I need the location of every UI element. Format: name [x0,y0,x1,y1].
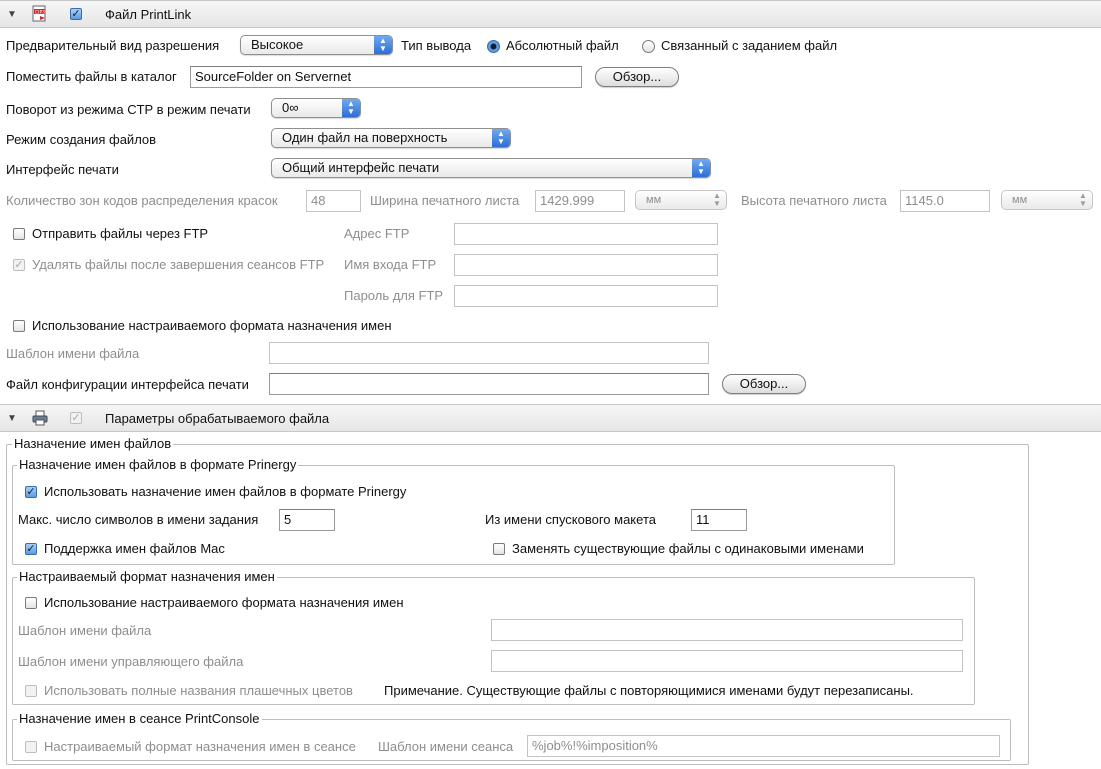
control-template-input[interactable] [491,650,963,672]
full-spot-names-label[interactable]: Использовать полные названия плашечных ц… [44,683,353,699]
max-chars-label: Макс. число символов в имени задания [18,512,259,527]
replace-existing-label[interactable]: Заменять существующие файлы с одинаковым… [512,541,864,557]
section-header-processed-file[interactable]: ▼ ✓ Параметры обрабатываемого файла [0,404,1101,432]
use-custom-naming-label[interactable]: Использование настраиваемого формата наз… [44,595,404,611]
ftp-login-input[interactable] [454,254,718,276]
from-imposition-label: Из имени спускового макета [485,512,656,527]
preview-resolution-select[interactable]: Высокое ▲ ▼ [240,35,393,55]
custom-naming-label[interactable]: Использование настраиваемого формата наз… [32,318,392,334]
select-arrows-icon: ▲ ▼ [342,99,360,117]
sheet-width-unit-select[interactable]: мм ▲ ▼ [635,190,727,210]
sheet-height-unit-select[interactable]: мм ▲ ▼ [1001,190,1093,210]
printer-icon [32,410,48,426]
rotation-label: Поворот из режима CTP в режим печати [6,102,251,117]
custom-session-label[interactable]: Настраиваемый формат назначения имен в с… [44,739,356,755]
ftp-password-input[interactable] [454,285,718,307]
preview-resolution-label: Предварительный вид разрешения [6,38,220,53]
select-arrows-icon: ▲ ▼ [1079,191,1087,208]
overwrite-note: Примечание. Существующие файлы с повторя… [384,683,914,698]
mac-support-checkbox[interactable]: ✓ [25,543,37,555]
output-type-label: Тип вывода [401,38,472,53]
custom-file-template-input[interactable] [491,619,963,641]
select-arrows-icon: ▲ ▼ [492,129,510,147]
control-template-label: Шаблон имени управляющего файла [18,654,244,669]
file-mode-select[interactable]: Один файл на поверхность ▲ ▼ [271,128,511,148]
ftp-send-label[interactable]: Отправить файлы через FTP [32,226,208,242]
preview-resolution-value: Высокое [251,37,304,52]
use-custom-naming-checkbox[interactable] [25,597,37,609]
select-arrows-icon: ▲ ▼ [374,36,392,54]
config-file-label: Файл конфигурации интерфейса печати [6,377,249,392]
output-absolute-label[interactable]: Абсолютный файл [506,38,619,54]
file-mode-value: Один файл на поверхность [282,130,448,145]
sheet-width-unit-value: мм [646,194,662,206]
printlink-enable-checkbox[interactable]: ✓ [70,8,82,20]
rotation-value: 0∞ [282,100,299,115]
file-mode-label: Режим создания файлов [6,132,157,147]
file-naming-legend: Назначение имен файлов [12,436,174,452]
config-file-input[interactable] [269,373,709,395]
ink-zones-label: Количество зон кодов распределения красо… [6,193,278,208]
sheet-width-label: Ширина печатного листа [370,193,520,208]
disclosure-triangle-icon[interactable]: ▼ [7,10,17,20]
print-interface-select[interactable]: Общий интерфейс печати ▲ ▼ [271,158,711,178]
custom-file-template-label: Шаблон имени файла [18,623,152,638]
disclosure-triangle-icon[interactable]: ▼ [7,414,17,424]
prinergy-naming-legend: Назначение имен файлов в формате Prinerg… [17,457,299,473]
section-title: Параметры обрабатываемого файла [105,411,330,426]
section-header-printlink[interactable]: ▼ CIP3 ✓ Файл PrintLink [0,0,1101,28]
processed-file-enable-checkbox[interactable]: ✓ [70,412,82,424]
sheet-height-label: Высота печатного листа [741,193,887,208]
file-template-label: Шаблон имени файла [6,346,140,361]
session-naming-legend: Назначение имен в сеансе PrintConsole [17,711,262,727]
ftp-delete-checkbox[interactable]: ✓ [13,259,25,271]
select-arrows-icon: ▲ ▼ [692,159,710,177]
print-interface-value: Общий интерфейс печати [282,160,440,175]
output-job-relative-radio[interactable] [642,40,655,53]
custom-naming-checkbox[interactable] [13,320,25,332]
from-imposition-input[interactable]: 11 [691,509,747,531]
section-title: Файл PrintLink [105,7,192,22]
output-job-relative-label[interactable]: Связанный с заданием файл [661,38,837,54]
config-file-browse-button[interactable]: Обзор... [722,374,806,394]
sheet-height-input[interactable]: 1145.0 [900,190,990,212]
max-chars-input[interactable]: 5 [279,509,335,531]
ftp-delete-label[interactable]: Удалять файлы после завершения сеансов F… [32,257,324,273]
svg-text:CIP3: CIP3 [35,10,45,16]
print-interface-label: Интерфейс печати [6,162,119,177]
custom-session-checkbox[interactable] [25,741,37,753]
ftp-login-label: Имя входа FTP [344,257,437,272]
ftp-address-input[interactable] [454,223,718,245]
use-prinergy-checkbox[interactable]: ✓ [25,486,37,498]
mac-support-label[interactable]: Поддержка имен файлов Mac [44,541,225,557]
ftp-send-checkbox[interactable] [13,228,25,240]
rotation-select[interactable]: 0∞ ▲ ▼ [271,98,361,118]
full-spot-names-checkbox[interactable] [25,685,37,697]
sheet-height-unit-value: мм [1012,194,1028,206]
ink-zones-input[interactable]: 48 [306,190,361,212]
sheet-width-input[interactable]: 1429.999 [535,190,625,212]
place-files-label: Поместить файлы в каталог [6,69,177,84]
replace-existing-checkbox[interactable] [493,543,505,555]
place-files-browse-button[interactable]: Обзор... [595,67,679,87]
use-prinergy-label[interactable]: Использовать назначение имен файлов в фо… [44,484,406,500]
file-template-input[interactable] [269,342,709,364]
output-absolute-radio[interactable] [487,40,500,53]
ftp-password-label: Пароль для FTP [344,288,444,303]
place-files-input[interactable]: SourceFolder on Servernet [190,66,582,88]
session-template-label: Шаблон имени сеанса [378,739,514,754]
select-arrows-icon: ▲ ▼ [713,191,721,208]
custom-naming-legend: Настраиваемый формат назначения имен [17,569,277,585]
session-template-input[interactable]: %job%!%imposition% [527,735,1000,757]
cip3-file-icon: CIP3 [32,5,46,22]
ftp-address-label: Адрес FTP [344,226,410,241]
